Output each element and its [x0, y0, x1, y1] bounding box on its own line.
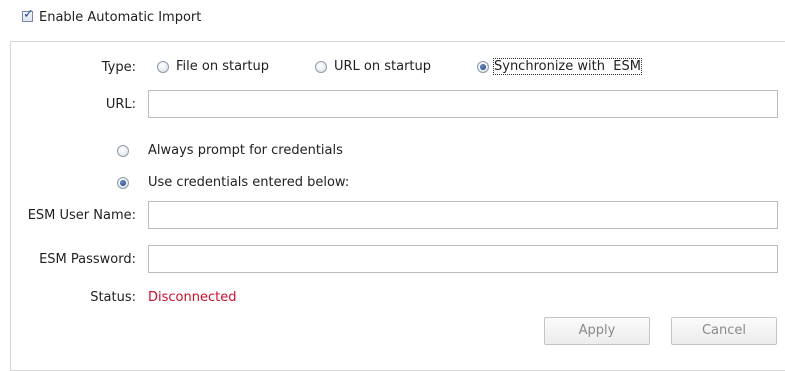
radio-use-credentials-below[interactable]: [117, 177, 129, 189]
radio-synchronize-esm-label[interactable]: Synchronize with ESM: [493, 58, 642, 75]
url-label: URL:: [105, 97, 136, 112]
radio-url-on-startup[interactable]: [315, 61, 327, 73]
enable-auto-import-label[interactable]: Enable Automatic Import: [39, 10, 201, 25]
type-label: Type:: [101, 60, 136, 75]
status-label: Status:: [90, 290, 136, 305]
apply-button[interactable]: Apply: [544, 317, 650, 345]
esm-username-input[interactable]: [148, 201, 778, 229]
esm-password-input[interactable]: [148, 245, 778, 273]
status-value: Disconnected: [148, 290, 237, 305]
radio-synchronize-esm[interactable]: [477, 61, 489, 73]
radio-file-on-startup-label[interactable]: File on startup: [176, 59, 269, 74]
esm-username-label: ESM User Name:: [27, 208, 136, 223]
radio-always-prompt[interactable]: [117, 145, 129, 157]
esm-password-label: ESM Password:: [39, 252, 136, 267]
radio-file-on-startup[interactable]: [157, 61, 169, 73]
cancel-button[interactable]: Cancel: [671, 317, 777, 345]
radio-use-credentials-below-label[interactable]: Use credentials entered below:: [148, 175, 349, 190]
checkmark-icon: ✓: [23, 7, 34, 22]
url-input[interactable]: [148, 90, 778, 118]
radio-url-on-startup-label[interactable]: URL on startup: [334, 59, 431, 74]
radio-always-prompt-label[interactable]: Always prompt for credentials: [148, 143, 343, 158]
enable-auto-import-checkbox[interactable]: ✓: [22, 7, 34, 22]
